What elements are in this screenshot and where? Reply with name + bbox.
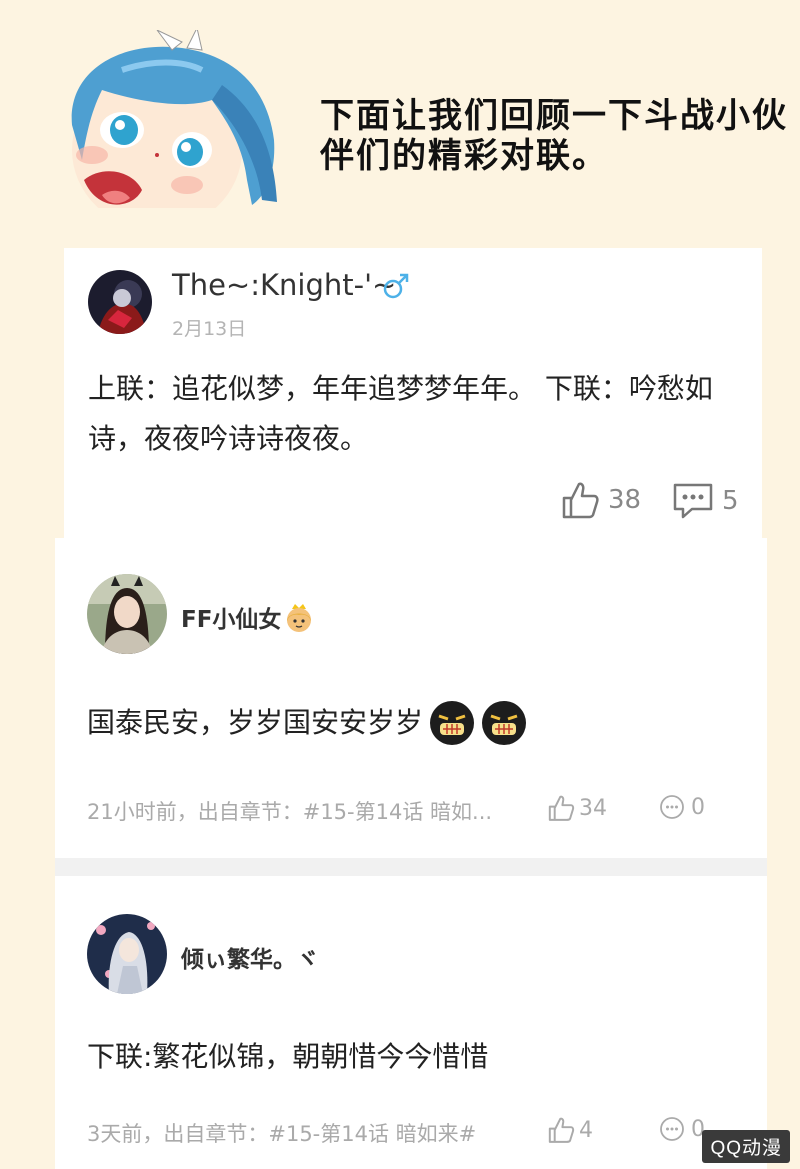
reply-button[interactable]: 0	[659, 794, 705, 820]
like-button[interactable]: 38	[560, 480, 641, 520]
thumbs-up-icon	[548, 1117, 575, 1143]
like-button[interactable]: 4	[547, 1116, 593, 1144]
comment-icon	[660, 1117, 684, 1141]
username[interactable]: The~:Knight-'~	[172, 268, 396, 302]
like-button[interactable]: 34	[547, 794, 607, 822]
avatar-image	[88, 270, 152, 334]
thumbs-up-icon	[548, 795, 575, 821]
avatar-image	[87, 914, 167, 994]
username-text: FF小仙女	[181, 607, 282, 633]
comment-icon	[673, 483, 713, 519]
smirk-emoji-icon	[482, 701, 527, 745]
like-count: 4	[579, 1117, 593, 1143]
mascot-illustration	[71, 30, 277, 208]
username[interactable]: 倾ぃ繁华。ヾ	[181, 940, 319, 974]
thumbs-up-icon	[562, 482, 599, 519]
avatar-image	[87, 574, 167, 654]
watermark-logo: QQ动漫	[702, 1130, 790, 1163]
male-icon	[383, 273, 409, 299]
comment-meta: 21小时前，出自章节：#15-第14话 暗如...	[87, 800, 493, 824]
smirk-emoji-icon	[430, 701, 475, 745]
comment-text: 上联：追花似梦，年年追梦梦年年。 下联：吟愁如诗，夜夜吟诗诗夜夜。	[88, 372, 713, 455]
section-divider	[55, 858, 767, 876]
like-count: 34	[579, 795, 607, 821]
reply-button[interactable]: 0	[659, 1116, 705, 1142]
comment-card: 倾ぃ繁华。ヾ 下联:繁花似锦，朝朝惜今今惜惜 3天前，出自章节：#15-第14话…	[55, 876, 767, 1169]
comment-text: 下联:繁花似锦，朝朝惜今今惜惜	[87, 1040, 489, 1073]
comment-date: 2月13日	[172, 318, 247, 340]
username[interactable]: FF小仙女	[181, 600, 315, 634]
comment-meta: 3天前，出自章节：#15-第14话 暗如来#	[87, 1122, 477, 1146]
comment-card: The~:Knight-'~ 2月13日 上联：追花似梦，年年追梦梦年年。 下联…	[64, 248, 762, 540]
avatar[interactable]	[87, 914, 167, 994]
princess-emoji-icon	[287, 604, 312, 632]
avatar[interactable]	[88, 270, 152, 334]
comment-card: FF小仙女 国泰民安，岁岁国安安岁岁 21小时前，出自章节：#15-第14话 暗…	[55, 538, 767, 858]
intro-text: 下面让我们回顾一下斗战小伙伴们的精彩对联。	[320, 96, 788, 176]
reply-count: 5	[722, 486, 739, 516]
like-count: 38	[608, 485, 642, 515]
comment-icon	[660, 795, 684, 819]
header-banner: 下面让我们回顾一下斗战小伙伴们的精彩对联。	[0, 0, 800, 215]
comment-text: 国泰民安，岁岁国安安岁岁	[87, 698, 747, 748]
avatar[interactable]	[87, 574, 167, 654]
reply-button[interactable]: 5	[672, 482, 739, 520]
comment-text-content: 国泰民安，岁岁国安安岁岁	[87, 706, 424, 739]
reply-count: 0	[691, 794, 705, 820]
